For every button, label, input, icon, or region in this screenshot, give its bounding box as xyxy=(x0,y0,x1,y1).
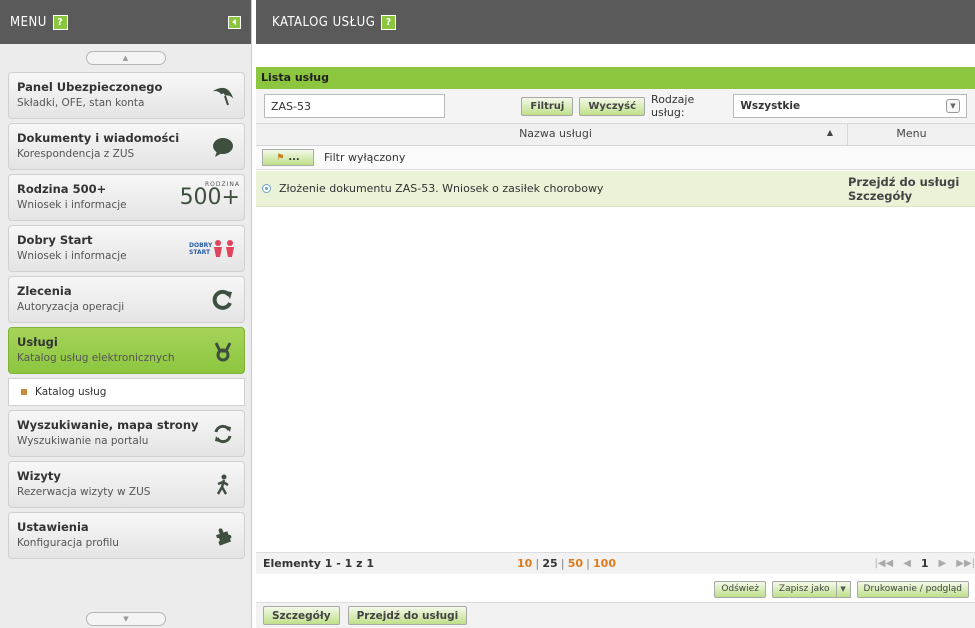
scroll-up-button[interactable]: ▲ xyxy=(85,51,166,65)
bottom-bar: Szczegóły Przejdź do usługi xyxy=(256,602,975,628)
sidebar-title: MENU xyxy=(10,14,47,30)
sidebar-item-rodzina-500[interactable]: Rodzina 500+ Wniosek i informacje RODZIN… xyxy=(8,174,245,221)
go-to-service-button[interactable]: Przejdź do usługi xyxy=(347,606,468,625)
prev-page-icon[interactable]: ◀ xyxy=(903,558,911,569)
sidebar-item-sublabel: Rezerwacja wizyty w ZUS xyxy=(17,486,151,498)
sidebar-item-label: Panel Ubezpieczonego xyxy=(17,80,163,94)
sidebar-item-sublabel: Autoryzacja operacji xyxy=(17,301,125,313)
sidebar-item-label: Wizyty xyxy=(17,469,61,483)
clear-button[interactable]: Wyczyść xyxy=(579,96,646,116)
sidebar-item-label: Zlecenia xyxy=(17,284,72,298)
page-size-option[interactable]: 10 xyxy=(517,557,532,570)
filter-row: Filtruj Wyczyść Rodzaje usług: Wszystkie… xyxy=(256,89,975,124)
current-page: 1 xyxy=(920,557,929,570)
sync-icon xyxy=(210,423,236,445)
sidebar-item-label: Wyszukiwanie, mapa strony xyxy=(17,418,199,432)
rodzina-500-logo: RODZINA 500+ xyxy=(179,180,240,210)
refresh-button[interactable]: Odśwież xyxy=(714,580,766,598)
sidebar-subitem-label: Katalog usług xyxy=(35,386,107,398)
page-size-option[interactable]: 25 xyxy=(542,557,557,570)
puzzle-icon xyxy=(210,525,236,547)
sidebar-item-wyszukiwanie[interactable]: Wyszukiwanie, mapa strony Wyszukiwanie n… xyxy=(8,410,245,457)
page-title: KATALOG USŁUG xyxy=(272,14,376,30)
sidebar-item-uslugi[interactable]: Usługi Katalog usług elektronicznych xyxy=(8,327,245,374)
column-header-menu[interactable]: Menu xyxy=(848,124,975,145)
sidebar-item-ustawienia[interactable]: Ustawienia Konfiguracja profilu xyxy=(8,512,245,559)
sidebar-item-dobry-start[interactable]: Dobry Start Wniosek i informacje DOBRY S… xyxy=(8,225,245,272)
sidebar-item-sublabel: Katalog usług elektronicznych xyxy=(17,352,175,364)
sidebar-item-sublabel: Wyszukiwanie na portalu xyxy=(17,435,149,447)
service-types-value: Wszystkie xyxy=(740,100,801,112)
sidebar-item-label: Dokumenty i wiadomości xyxy=(17,131,180,145)
sidebar-subitem-katalog-uslug[interactable]: Katalog usług xyxy=(8,378,245,406)
first-page-icon[interactable]: |◀◀ xyxy=(874,558,893,569)
speech-bubble-icon xyxy=(210,136,236,158)
details-button[interactable]: Szczegóły xyxy=(263,606,340,625)
sidebar-item-label: Usługi xyxy=(17,335,58,349)
page-size-option[interactable]: 50 xyxy=(568,557,583,570)
sidebar-item-label: Ustawienia xyxy=(17,520,89,534)
sidebar-item-panel-ubezpieczonego[interactable]: Panel Ubezpieczonego Składki, OFE, stan … xyxy=(8,72,245,119)
scroll-down-button[interactable]: ▼ xyxy=(86,612,166,626)
go-to-service-link[interactable]: Przejdź do usługi xyxy=(848,175,975,189)
main-panel: KATALOG USŁUG ? Lista usług Filtruj Wycz… xyxy=(256,0,975,628)
page-size-option[interactable]: 100 xyxy=(593,557,616,570)
details-link[interactable]: Szczegóły xyxy=(848,189,975,203)
row-menu: Przejdź do usługi Szczegóły xyxy=(848,175,975,203)
bullet-icon xyxy=(21,389,27,395)
page-size-selector: 10 | 25 | 50 | 100 xyxy=(517,557,616,570)
row-radio[interactable] xyxy=(262,184,271,193)
sidebar-item-sublabel: Konfiguracja profilu xyxy=(17,537,119,549)
last-page-icon[interactable]: ▶▶| xyxy=(956,558,975,569)
table-actions: Odśwież Zapisz jako ▼ Drukowanie / podgl… xyxy=(256,577,975,601)
chevron-down-icon[interactable]: ▼ xyxy=(836,580,851,598)
filter-status-text: Filtr wyłączony xyxy=(324,151,406,164)
walking-person-icon xyxy=(210,474,236,496)
sidebar-item-sublabel: Korespondencja z ZUS xyxy=(17,148,135,160)
service-types-select[interactable]: Wszystkie ▼ xyxy=(733,94,967,118)
filter-icon: ⚑ xyxy=(276,152,285,163)
save-as-button[interactable]: Zapisz jako xyxy=(771,580,837,598)
service-types-label: Rodzaje usług: xyxy=(651,93,695,119)
filter-toggle-button[interactable]: ⚑ ... xyxy=(262,149,314,166)
umbrella-icon xyxy=(210,85,236,107)
next-page-icon[interactable]: ▶ xyxy=(939,558,947,569)
pager: Elementy 1 - 1 z 1 10 | 25 | 50 | 100 |◀◀ ◀ 1 … xyxy=(256,552,975,574)
help-icon[interactable]: ? xyxy=(381,14,397,30)
pager-info: Elementy 1 - 1 z 1 xyxy=(263,557,375,570)
sidebar-item-sublabel: Składki, OFE, stan konta xyxy=(17,97,145,109)
sidebar: MENU ? ▲ Panel Ubezpieczonego Składki, O… xyxy=(0,0,252,628)
sort-ascending-icon: ▲ xyxy=(826,128,833,137)
table-row[interactable]: Złożenie dokumentu ZAS-53. Wniosek o zas… xyxy=(256,171,975,207)
sidebar-header: MENU ? xyxy=(0,0,251,44)
main-header: KATALOG USŁUG ? xyxy=(256,0,975,44)
filter-button[interactable]: Filtruj xyxy=(521,96,574,116)
dobry-start-logo: DOBRY START xyxy=(186,238,240,260)
pager-navigation: |◀◀ ◀ 1 ▶ ▶▶| xyxy=(874,557,975,570)
sidebar-item-zlecenia[interactable]: Zlecenia Autoryzacja operacji xyxy=(8,276,245,323)
sidebar-item-dokumenty[interactable]: Dokumenty i wiadomości Korespondencja z … xyxy=(8,123,245,170)
collapse-sidebar-icon[interactable] xyxy=(228,15,241,29)
sidebar-item-wizyty[interactable]: Wizyty Rezerwacja wizyty w ZUS xyxy=(8,461,245,508)
print-preview-button[interactable]: Drukowanie / podgląd xyxy=(856,580,969,598)
filter-status-row: ⚑ ... Filtr wyłączony xyxy=(256,146,975,170)
chevron-down-icon[interactable]: ▼ xyxy=(946,99,960,113)
column-header-name[interactable]: Nazwa usługi ▲ xyxy=(264,124,848,145)
list-title: Lista usług xyxy=(256,67,975,89)
search-input[interactable] xyxy=(264,94,446,118)
refresh-arrow-icon xyxy=(210,289,236,311)
service-name: Złożenie dokumentu ZAS-53. Wniosek o zas… xyxy=(279,182,604,195)
help-icon[interactable]: ? xyxy=(52,14,68,30)
table-header: Nazwa usługi ▲ Menu xyxy=(256,124,975,146)
services-icon xyxy=(210,340,236,362)
